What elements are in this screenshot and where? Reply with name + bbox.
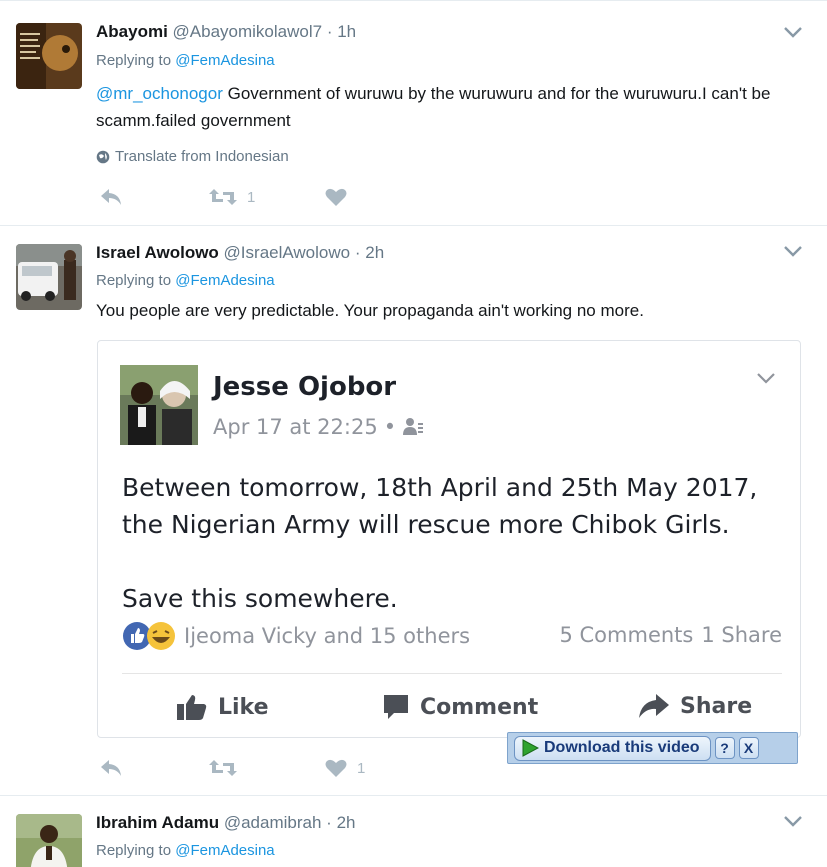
avatar[interactable]	[120, 365, 198, 445]
display-name[interactable]: Ibrahim Adamu	[96, 813, 219, 832]
embedded-facebook-post[interactable]: Jesse Ojobor Apr 17 at 22:25 • Between t…	[97, 340, 801, 738]
comments-count[interactable]: 5 Comments	[559, 623, 693, 647]
translate-link[interactable]: Translate from Indonesian	[96, 148, 289, 165]
chevron-down-icon[interactable]	[756, 371, 776, 385]
avatar[interactable]	[16, 814, 82, 867]
reply-button[interactable]	[100, 187, 122, 207]
replying-to-link[interactable]: @FemAdesina	[175, 272, 274, 289]
reply-icon	[101, 189, 121, 205]
replying-to: Replying to @FemAdesina	[96, 52, 275, 69]
reply-icon	[101, 760, 121, 776]
heart-icon	[325, 759, 347, 777]
retweet-button[interactable]: 1	[209, 187, 255, 207]
audience-icon[interactable]	[402, 417, 424, 437]
fb-share-button[interactable]: Share	[638, 693, 752, 719]
post-date[interactable]: Apr 17 at 22:25	[213, 415, 378, 439]
avatar[interactable]	[16, 244, 82, 310]
fb-like-button[interactable]: Like	[176, 693, 269, 721]
globe-icon	[96, 150, 110, 163]
tweet-text: @mr_ochonogor Government of wuruwu by th…	[96, 84, 771, 130]
reactions-summary[interactable]: Ijeoma Vicky and 15 others	[122, 621, 470, 651]
timestamp[interactable]: 1h	[337, 22, 356, 41]
download-video-toolbar: Download this video ? X	[507, 732, 798, 764]
share-arrow-icon	[639, 694, 669, 718]
like-count: 1	[357, 759, 366, 777]
tweet-actions: 1	[96, 187, 426, 211]
replying-to: Replying to @FemAdesina	[96, 272, 275, 289]
tweet-actions: 1	[96, 758, 426, 782]
chevron-down-icon[interactable]	[783, 25, 803, 39]
fb-comment-button[interactable]: Comment	[382, 693, 538, 721]
thumbs-up-icon	[177, 695, 207, 720]
replying-to-link[interactable]: @FemAdesina	[175, 842, 274, 859]
timestamp[interactable]: 2h	[365, 243, 384, 262]
retweet-count: 1	[247, 188, 256, 206]
display-name[interactable]: Israel Awolowo	[96, 243, 219, 262]
replying-to-link[interactable]: @FemAdesina	[175, 52, 274, 69]
separator: •	[383, 415, 397, 439]
user-handle[interactable]: @adamibrah	[224, 813, 322, 832]
retweet-icon	[209, 189, 237, 205]
tweet-text: You people are very predictable. Your pr…	[96, 301, 644, 320]
avatar[interactable]	[16, 23, 82, 89]
comment-icon	[384, 695, 408, 719]
separator: ·	[326, 22, 333, 41]
post-text: Between tomorrow, 18th April and 25th Ma…	[122, 473, 758, 613]
mention-link[interactable]: @mr_ochonogor	[96, 84, 223, 103]
shares-count[interactable]: 1 Share	[701, 623, 782, 647]
post-author[interactable]: Jesse Ojobor	[213, 372, 396, 402]
separator: ·	[354, 243, 361, 262]
retweet-icon	[209, 760, 237, 776]
tweet-header: Abayomi @Abayomikolawol7 · 1h	[96, 22, 356, 42]
timestamp[interactable]: 2h	[337, 813, 356, 832]
separator: ·	[326, 813, 332, 832]
post-meta: Apr 17 at 22:25 •	[213, 415, 424, 439]
display-name[interactable]: Abayomi	[96, 22, 168, 41]
download-help-button[interactable]: ?	[714, 737, 735, 759]
like-button[interactable]: 1	[325, 758, 365, 778]
retweet-button[interactable]	[209, 758, 247, 778]
download-close-button[interactable]: X	[738, 737, 759, 759]
reply-button[interactable]	[100, 758, 122, 778]
user-handle[interactable]: @IsraelAwolowo	[224, 243, 351, 262]
tweet-abayomi[interactable]: Abayomi @Abayomikolawol7 · 1h Replying t…	[0, 0, 827, 225]
heart-icon	[325, 188, 347, 206]
chevron-down-icon[interactable]	[783, 814, 803, 828]
like-button[interactable]	[325, 187, 357, 207]
tweet-header: Ibrahim Adamu @adamibrah · 2h	[96, 813, 356, 833]
download-video-button[interactable]: Download this video	[514, 735, 711, 761]
user-handle[interactable]: @Abayomikolawol7	[173, 22, 323, 41]
chevron-down-icon[interactable]	[783, 244, 803, 258]
reactions-text: Ijeoma Vicky and 15 others	[184, 624, 471, 648]
replying-to: Replying to @FemAdesina	[96, 842, 275, 859]
like-reaction-icon	[123, 622, 175, 650]
tweet-header: Israel Awolowo @IsraelAwolowo · 2h	[96, 243, 384, 263]
tweet-ibrahim-adamu[interactable]: Ibrahim Adamu @adamibrah · 2h Replying t…	[0, 795, 827, 867]
play-icon	[522, 739, 539, 757]
post-counts: 5 Comments 1 Share	[559, 623, 782, 647]
divider	[122, 673, 782, 674]
